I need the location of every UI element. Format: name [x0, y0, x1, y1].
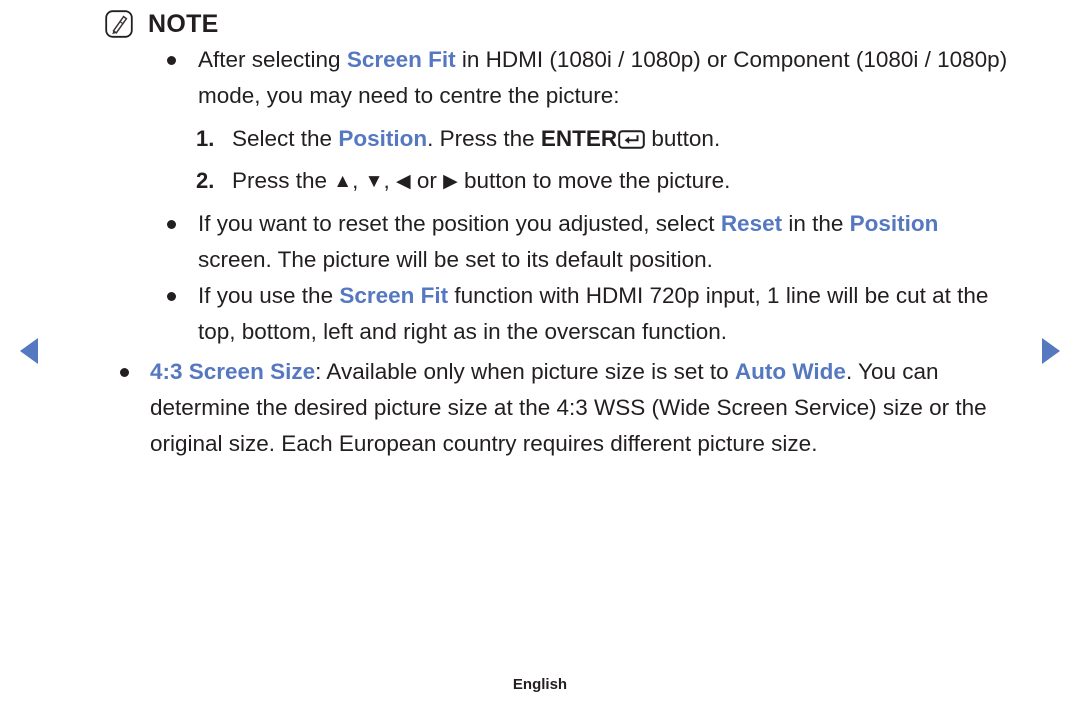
- step-number: 2.: [196, 168, 215, 193]
- step-text-part: Select the: [232, 126, 339, 151]
- enter-key-icon: [618, 121, 645, 149]
- highlight-position: Position: [849, 211, 939, 236]
- arrow-up-icon: ▲: [333, 171, 353, 192]
- step-item-2: 2. Press the ▲, ▼, ◀ or ▶ button to move…: [196, 160, 1020, 202]
- highlight-43-screen-size: 4:3 Screen Size: [150, 359, 316, 384]
- enter-label: ENTER: [540, 126, 618, 151]
- note-title: NOTE: [148, 9, 219, 38]
- bullet-text-part: in the: [782, 211, 850, 236]
- arrow-right-icon: ▶: [443, 171, 458, 192]
- note-bullet-reset-position: If you want to reset the position you ad…: [167, 206, 1018, 278]
- step-text-part: button to move the picture.: [457, 168, 731, 193]
- bullet-marker: [167, 56, 176, 65]
- page-content: NOTE After selecting Screen Fit in HDMI …: [0, 0, 1080, 462]
- step-text-part: ,: [383, 168, 396, 193]
- footer-language: English: [512, 676, 568, 693]
- bullet-text-part: If you use the: [198, 283, 340, 308]
- highlight-reset: Reset: [720, 211, 783, 236]
- arrow-left-icon: ◀: [395, 171, 411, 192]
- bullet-text-part: screen. The picture will be set to its d…: [198, 247, 713, 272]
- arrow-down-icon: ▼: [364, 171, 384, 192]
- highlight-screen-fit: Screen Fit: [339, 283, 449, 308]
- step-text-part: button.: [645, 126, 721, 151]
- bullet-marker: [120, 368, 129, 377]
- numbered-step-list: 1. Select the Position. Press the ENTER …: [0, 118, 1080, 202]
- bullet-marker: [167, 292, 176, 301]
- note-bullet-screen-fit-720p: If you use the Screen Fit function with …: [167, 278, 1018, 350]
- highlight-position: Position: [338, 126, 428, 151]
- note-pencil-icon: [104, 9, 134, 39]
- bullet-marker: [167, 220, 176, 229]
- step-text-part: ,: [352, 168, 365, 193]
- note-bullet-screen-fit: After selecting Screen Fit in HDMI (1080…: [167, 42, 1018, 114]
- bullet-text-part: After selecting: [198, 47, 347, 72]
- step-text-part: Press the: [232, 168, 334, 193]
- step-text-part: . Press the: [427, 126, 541, 151]
- note-header: NOTE: [104, 6, 1080, 42]
- manual-page: NOTE After selecting Screen Fit in HDMI …: [0, 0, 1080, 705]
- bullet-text-part: If you want to reset the position you ad…: [198, 211, 721, 236]
- bullet-43-screen-size: 4:3 Screen Size: Available only when pic…: [120, 354, 1034, 462]
- bullet-text-part: : Available only when picture size is se…: [315, 359, 735, 384]
- highlight-screen-fit: Screen Fit: [346, 47, 456, 72]
- step-text-part: or: [410, 168, 444, 193]
- highlight-auto-wide: Auto Wide: [734, 359, 846, 384]
- step-item-1: 1. Select the Position. Press the ENTER …: [196, 118, 1020, 160]
- step-number: 1.: [196, 126, 215, 151]
